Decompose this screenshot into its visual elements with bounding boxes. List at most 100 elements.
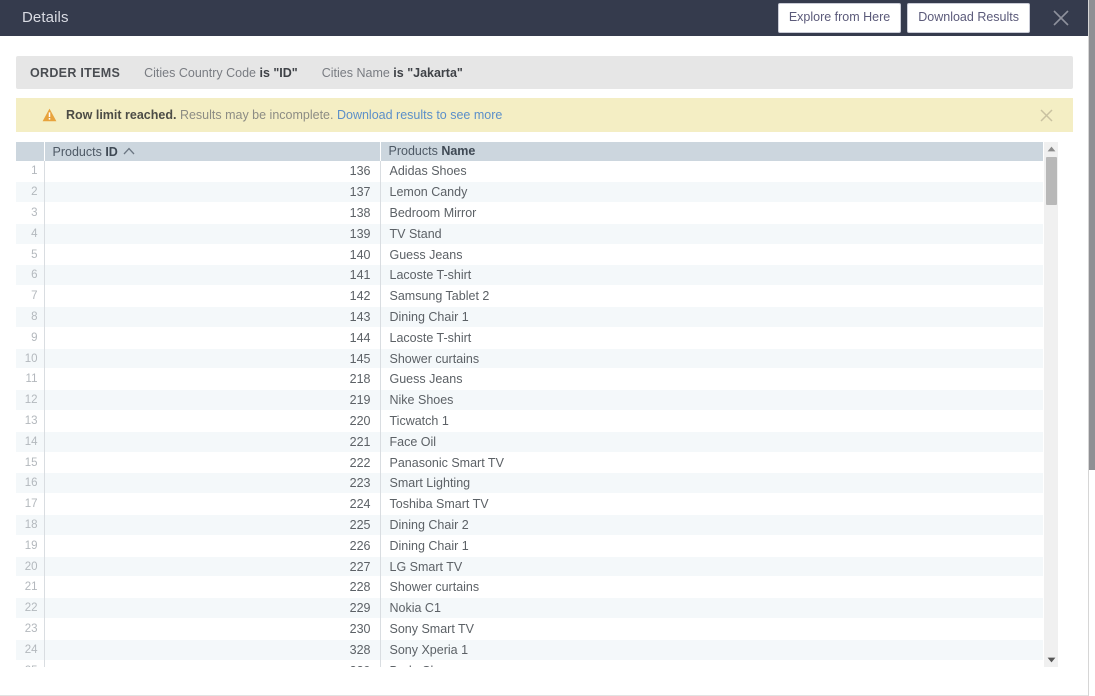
- cell-products-id[interactable]: 225: [44, 514, 381, 536]
- cell-products-id[interactable]: 219: [44, 389, 381, 411]
- table-row[interactable]: 19 226 Dining Chair 1: [16, 535, 1058, 557]
- cell-products-id[interactable]: 218: [44, 368, 381, 390]
- table-row[interactable]: 22 229 Nokia C1: [16, 597, 1058, 619]
- cell-products-id[interactable]: 221: [44, 431, 381, 453]
- table-row[interactable]: 12 219 Nike Shoes: [16, 389, 1058, 411]
- cell-products-name[interactable]: Sony Xperia 1: [380, 639, 1058, 661]
- cell-products-id[interactable]: 227: [44, 556, 381, 577]
- row-number-header: [16, 142, 45, 161]
- close-panel-button[interactable]: [1044, 1, 1078, 35]
- explore-from-here-button[interactable]: Explore from Here: [777, 3, 902, 33]
- cell-products-name[interactable]: Sony Smart TV: [380, 618, 1058, 640]
- cell-products-id[interactable]: 329: [44, 660, 381, 667]
- cell-products-id[interactable]: 223: [44, 472, 381, 494]
- details-panel: Details Explore from Here Download Resul…: [0, 0, 1095, 696]
- table-row[interactable]: 4 139 TV Stand: [16, 223, 1058, 245]
- cell-products-id[interactable]: 222: [44, 452, 381, 473]
- dismiss-banner-button[interactable]: [1035, 104, 1057, 126]
- page-vertical-scrollbar[interactable]: [1088, 0, 1095, 696]
- cell-products-name[interactable]: Face Oil: [380, 431, 1058, 453]
- cell-products-name[interactable]: Guess Jeans: [380, 368, 1058, 390]
- page-title: Details: [22, 9, 69, 26]
- filter-condition[interactable]: Cities Name is "Jakarta": [322, 66, 463, 80]
- cell-products-name[interactable]: Samsung Tablet 2: [380, 285, 1058, 307]
- page-scrollbar-thumb[interactable]: [1089, 0, 1095, 470]
- cell-products-name[interactable]: Dining Chair 1: [380, 306, 1058, 328]
- cell-products-id[interactable]: 226: [44, 535, 381, 557]
- cell-products-name[interactable]: Nokia C1: [380, 597, 1058, 619]
- filter-condition[interactable]: Cities Country Code is "ID": [144, 66, 298, 80]
- cell-products-name[interactable]: Smart Lighting: [380, 472, 1058, 494]
- download-results-button[interactable]: Download Results: [907, 3, 1030, 33]
- table-row[interactable]: 1 136 Adidas Shoes: [16, 161, 1058, 182]
- filter-explore-title: ORDER ITEMS: [30, 65, 121, 80]
- table-row[interactable]: 16 223 Smart Lighting: [16, 472, 1058, 494]
- cell-products-name[interactable]: Nike Shoes: [380, 389, 1058, 411]
- cell-products-id[interactable]: 138: [44, 202, 381, 224]
- cell-products-name[interactable]: Lemon Candy: [380, 181, 1058, 203]
- table-row[interactable]: 6 141 Lacoste T-shirt: [16, 264, 1058, 286]
- cell-products-id[interactable]: 143: [44, 306, 381, 328]
- column-header-products-id[interactable]: Products ID: [44, 142, 381, 161]
- table-row[interactable]: 14 221 Face Oil: [16, 431, 1058, 453]
- scroll-down-button[interactable]: [1044, 653, 1059, 667]
- table-row[interactable]: 10 145 Shower curtains: [16, 348, 1058, 369]
- cell-products-name[interactable]: Lacoste T-shirt: [380, 327, 1058, 349]
- cell-products-id[interactable]: 220: [44, 410, 381, 432]
- table-row[interactable]: 18 225 Dining Chair 2: [16, 514, 1058, 536]
- table-row[interactable]: 15 222 Panasonic Smart TV: [16, 452, 1058, 473]
- cell-products-name[interactable]: LG Smart TV: [380, 556, 1058, 577]
- cell-products-id[interactable]: 230: [44, 618, 381, 640]
- cell-products-name[interactable]: Shower curtains: [380, 576, 1058, 598]
- cell-products-id[interactable]: 224: [44, 493, 381, 515]
- cell-products-id[interactable]: 229: [44, 597, 381, 619]
- cell-products-id[interactable]: 145: [44, 348, 381, 369]
- table-row[interactable]: 21 228 Shower curtains: [16, 576, 1058, 598]
- cell-products-name[interactable]: TV Stand: [380, 223, 1058, 245]
- table-row[interactable]: 13 220 Ticwatch 1: [16, 410, 1058, 432]
- cell-products-name[interactable]: Ticwatch 1: [380, 410, 1058, 432]
- table-row[interactable]: 3 138 Bedroom Mirror: [16, 202, 1058, 224]
- table-row[interactable]: 11 218 Guess Jeans: [16, 368, 1058, 390]
- cell-products-id[interactable]: 142: [44, 285, 381, 307]
- table-row[interactable]: 2 137 Lemon Candy: [16, 181, 1058, 203]
- cell-products-id[interactable]: 139: [44, 223, 381, 245]
- download-results-link[interactable]: Download results to see more: [337, 108, 502, 122]
- table-row[interactable]: 8 143 Dining Chair 1: [16, 306, 1058, 328]
- cell-products-id[interactable]: 144: [44, 327, 381, 349]
- cell-products-name[interactable]: Dining Chair 2: [380, 514, 1058, 536]
- scrollbar-thumb[interactable]: [1046, 157, 1057, 205]
- table-row[interactable]: 17 224 Toshiba Smart TV: [16, 493, 1058, 515]
- cell-products-id[interactable]: 141: [44, 264, 381, 286]
- filter-value-label: is "ID": [259, 65, 298, 80]
- cell-products-name[interactable]: Panasonic Smart TV: [380, 452, 1058, 473]
- table-row[interactable]: 9 144 Lacoste T-shirt: [16, 327, 1058, 349]
- scroll-up-button[interactable]: [1044, 142, 1059, 156]
- cell-products-id[interactable]: 137: [44, 181, 381, 203]
- table-row[interactable]: 5 140 Guess Jeans: [16, 244, 1058, 265]
- cell-products-name[interactable]: Shower curtains: [380, 348, 1058, 369]
- warning-triangle-icon: [41, 107, 57, 123]
- row-number-cell: 4: [16, 223, 45, 245]
- table-vertical-scrollbar[interactable]: [1043, 142, 1058, 667]
- cell-products-id[interactable]: 328: [44, 639, 381, 661]
- cell-products-name[interactable]: Guess Jeans: [380, 244, 1058, 265]
- cell-products-id[interactable]: 228: [44, 576, 381, 598]
- table-row[interactable]: 20 227 LG Smart TV: [16, 556, 1058, 577]
- cell-products-name[interactable]: Adidas Shoes: [380, 161, 1058, 182]
- cell-products-name[interactable]: Body Cleanser: [380, 660, 1058, 667]
- cell-products-name[interactable]: Bedroom Mirror: [380, 202, 1058, 224]
- caret-down-icon: [1047, 657, 1056, 663]
- header-actions: Explore from Here Download Results: [777, 1, 1078, 35]
- row-number-cell: 12: [16, 389, 45, 411]
- cell-products-name[interactable]: Dining Chair 1: [380, 535, 1058, 557]
- column-header-products-name[interactable]: Products Name: [380, 142, 1058, 161]
- table-row[interactable]: 25329Body Cleanser: [16, 660, 1058, 667]
- table-row[interactable]: 23 230 Sony Smart TV: [16, 618, 1058, 640]
- table-row[interactable]: 24 328 Sony Xperia 1: [16, 639, 1058, 661]
- cell-products-name[interactable]: Lacoste T-shirt: [380, 264, 1058, 286]
- cell-products-id[interactable]: 140: [44, 244, 381, 265]
- cell-products-name[interactable]: Toshiba Smart TV: [380, 493, 1058, 515]
- table-row[interactable]: 7 142 Samsung Tablet 2: [16, 285, 1058, 307]
- cell-products-id[interactable]: 136: [44, 161, 381, 182]
